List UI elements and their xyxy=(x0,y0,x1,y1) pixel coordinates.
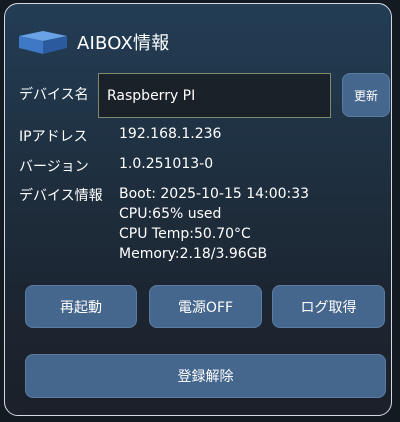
memory-text: Memory:2.18/3.96GB xyxy=(119,246,268,262)
power-off-button[interactable]: 電源OFF xyxy=(149,285,262,328)
panel-title: AIBOX情報 xyxy=(77,33,170,54)
box-icon xyxy=(17,28,69,56)
ip-address-label: IPアドレス xyxy=(19,129,88,145)
version-label: バージョン xyxy=(19,159,89,175)
panel-header: AIBOX情報 xyxy=(17,28,169,56)
ip-address-value: 192.168.1.236 xyxy=(119,126,222,142)
cpu-temp-text: CPU Temp:50.70°C xyxy=(119,226,251,242)
device-info-label: デバイス情報 xyxy=(19,188,103,204)
device-name-input[interactable] xyxy=(98,73,331,118)
aibox-info-panel: AIBOX情報 デバイス名 更新 IPアドレス 192.168.1.236 バー… xyxy=(4,3,392,416)
device-name-label: デバイス名 xyxy=(19,87,89,103)
device-info-details: Boot: 2025-10-15 14:00:33 CPU:65% used C… xyxy=(119,184,309,264)
get-log-button[interactable]: ログ取得 xyxy=(272,285,385,328)
unregister-button[interactable]: 登録解除 xyxy=(25,354,386,398)
update-button[interactable]: 更新 xyxy=(342,73,390,117)
restart-button[interactable]: 再起動 xyxy=(25,285,137,328)
cpu-usage-text: CPU:65% used xyxy=(119,206,222,222)
version-value: 1.0.251013-0 xyxy=(119,156,214,172)
boot-time-text: Boot: 2025-10-15 14:00:33 xyxy=(119,186,310,202)
